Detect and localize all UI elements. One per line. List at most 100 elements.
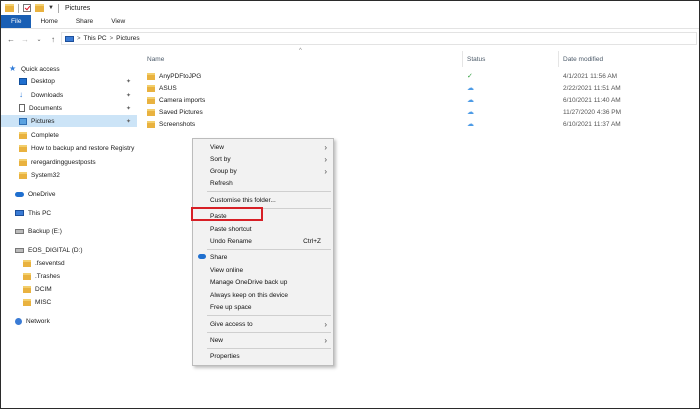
file-row[interactable]: Camera imports ☁ 6/10/2021 11:40 AM [147,94,699,106]
sidebar-item-documents[interactable]: Documents ✦ [19,102,137,114]
menu-separator [207,191,331,192]
sidebar-item-label: Pictures [31,117,55,125]
menu-item-label: Share [210,253,228,261]
sidebar-item-downloads[interactable]: ↓ Downloads ✦ [19,89,137,101]
column-divider[interactable] [558,51,559,67]
file-name: Camera imports [159,96,206,104]
file-row[interactable]: Screenshots ☁ 6/10/2021 11:37 AM [147,118,699,130]
breadcrumb-this-pc[interactable]: This PC [84,35,107,42]
chevron-right-icon: › [324,142,327,152]
file-row[interactable]: ASUS ☁ 2/22/2021 11:51 AM [147,82,699,94]
customize-toolbar-chevron-icon[interactable]: ▼ [48,5,54,11]
column-header-date-modified[interactable]: Date modified [563,51,603,67]
menu-item-new[interactable]: New › [193,334,333,346]
menu-separator [207,315,331,316]
paste-highlight-box [191,207,263,221]
onedrive-cloud-icon [198,254,206,259]
sidebar-item-quick-access[interactable]: ★ Quick access [9,63,60,75]
sort-ascending-icon: ^ [299,48,302,54]
date-modified: 6/10/2021 11:37 AM [563,120,621,128]
recent-locations-chevron-icon[interactable]: ⌄ [32,36,46,43]
menu-item-label: Customise this folder... [210,196,276,204]
window-title: Pictures [64,4,91,12]
menu-item-sort-by[interactable]: Sort by › [193,153,333,165]
back-arrow-icon[interactable]: ← [4,35,18,44]
breadcrumb-pictures[interactable]: Pictures [116,35,139,42]
folder-icon [147,84,155,92]
column-divider[interactable] [462,51,463,67]
menu-item-paste-shortcut[interactable]: Paste shortcut [193,223,333,235]
file-row[interactable]: AnyPDFtoJPG ✓ 4/1/2021 11:56 AM [147,70,699,82]
sidebar-item-label: Complete [31,131,59,139]
forward-arrow-icon[interactable]: → [18,35,32,44]
sidebar-item-misc[interactable]: MISC [23,296,51,308]
file-name: AnyPDFtoJPG [159,72,202,80]
sidebar-item-fseventsd[interactable]: .fseventsd [23,257,65,269]
menu-item-refresh[interactable]: Refresh [193,177,333,189]
sidebar-item-label: System32 [31,171,60,179]
menu-item-view[interactable]: View › [193,141,333,153]
sidebar-item-label: DCIM [35,285,52,293]
drive-icon [15,228,24,234]
menu-item-properties[interactable]: Properties [193,350,333,362]
file-name-cell: Saved Pictures [147,106,203,118]
date-modified: 2/22/2021 11:51 AM [563,84,621,92]
column-header-name[interactable]: Name [147,51,164,67]
menu-item-give-access[interactable]: Give access to › [193,318,333,330]
menu-item-undo-rename[interactable]: Undo Rename Ctrl+Z [193,235,333,247]
address-bar[interactable]: > This PC > Pictures [61,32,697,45]
sidebar-item-this-pc[interactable]: This PC [15,207,51,219]
menu-item-label: Group by [210,167,237,175]
menu-item-customise-folder[interactable]: Customise this folder... [193,194,333,206]
menu-item-group-by[interactable]: Group by › [193,165,333,177]
cloud-status-icon: ☁ [467,121,474,128]
menu-item-free-up-space[interactable]: Free up space [193,301,333,313]
menu-separator [207,348,331,349]
sidebar-item-backup-drive[interactable]: Backup (E:) [15,225,62,237]
properties-quick-icon[interactable] [23,4,31,12]
pin-icon[interactable]: ✦ [126,78,131,85]
menu-item-label: Undo Rename [210,237,252,245]
folder-icon [147,120,155,128]
pin-icon[interactable]: ✦ [126,105,131,112]
sidebar-item-label: Documents [29,104,62,112]
tab-share[interactable]: Share [67,15,102,28]
sidebar-item-complete[interactable]: Complete [19,129,59,141]
file-name: ASUS [159,84,177,92]
sidebar-item-desktop[interactable]: Desktop ✦ [19,75,137,87]
sidebar-item-system32[interactable]: System32 [19,169,60,181]
tab-file[interactable]: File [1,15,32,28]
sidebar-item-backup-registry[interactable]: How to backup and restore Registry [19,142,134,154]
tab-home[interactable]: Home [31,15,66,28]
column-header-status[interactable]: Status [467,51,485,67]
pin-icon[interactable]: ✦ [126,118,131,125]
cloud-icon [15,191,24,197]
file-name-cell: ASUS [147,82,177,94]
file-row[interactable]: Saved Pictures ☁ 11/27/2020 4:36 PM [147,106,699,118]
chevron-right-icon[interactable]: > [110,36,114,42]
menu-item-label: Sort by [210,155,231,163]
sidebar-item-dcim[interactable]: DCIM [23,283,52,295]
folder-icon [147,108,155,116]
sidebar-item-network[interactable]: Network [15,315,50,327]
explorer-window: ▼ Pictures File Home Share View ← → ⌄ ↑ … [0,0,700,409]
chevron-right-icon: › [324,166,327,176]
menu-item-always-keep[interactable]: Always keep on this device [193,289,333,301]
pin-icon[interactable]: ✦ [126,92,131,99]
tab-view[interactable]: View [102,15,134,28]
chevron-right-icon[interactable]: > [77,36,81,42]
sidebar-item-reregardingguestposts[interactable]: reregardingguestposts [19,156,96,168]
up-arrow-icon[interactable]: ↑ [46,35,60,44]
new-folder-quick-icon[interactable] [35,4,44,12]
sidebar-item-onedrive[interactable]: OneDrive [15,188,55,200]
sidebar-item-trashes[interactable]: .Trashes [23,270,60,282]
sidebar-item-eos-digital[interactable]: EOS_DIGITAL (D:) [15,244,83,256]
menu-item-manage-onedrive-backup[interactable]: Manage OneDrive back up [193,276,333,288]
ribbon-tabs: File Home Share View [1,15,699,29]
date-modified: 4/1/2021 11:56 AM [563,72,618,80]
menu-item-label: View online [210,266,244,274]
sidebar-item-pictures[interactable]: Pictures ✦ [1,115,137,127]
sidebar-item-label: This PC [28,209,52,217]
menu-item-view-online[interactable]: View online [193,264,333,276]
menu-item-share[interactable]: Share [193,251,333,263]
